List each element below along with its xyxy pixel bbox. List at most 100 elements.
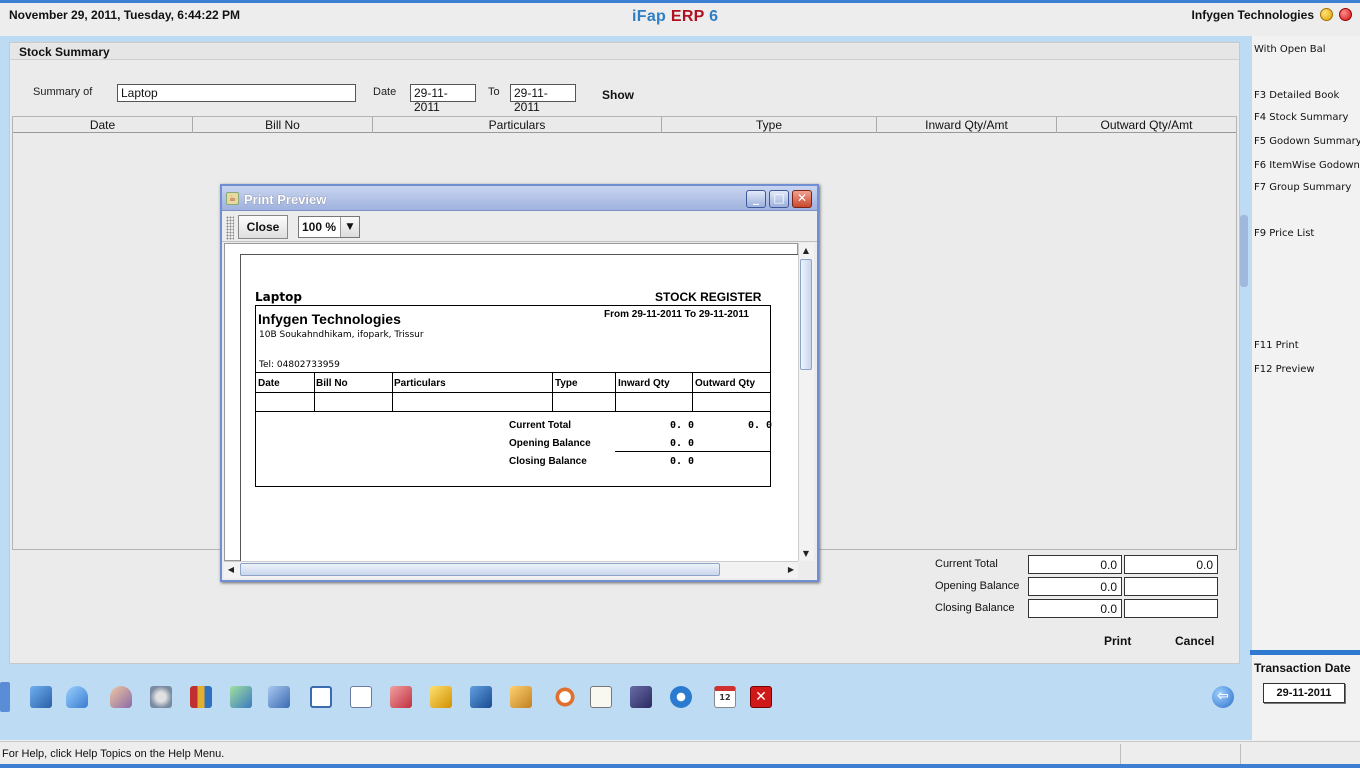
shortcut-print[interactable]: F11 Print <box>1254 340 1299 351</box>
dialog-minimize-button[interactable]: _ <box>746 190 766 208</box>
cart-icon[interactable] <box>230 686 252 708</box>
report-col-divider <box>314 372 315 412</box>
user-icon[interactable] <box>66 686 88 708</box>
report-col-divider <box>392 372 393 412</box>
settings-icon[interactable] <box>150 686 172 708</box>
print-button[interactable]: Print <box>1104 634 1131 648</box>
gear-icon[interactable] <box>670 686 692 708</box>
close-app-button[interactable] <box>1339 8 1352 21</box>
date-to-input[interactable]: 29-11-2011 <box>510 84 576 114</box>
report-col-particulars: Particulars <box>394 378 446 389</box>
report-address: 10B Soukahndhikam, ifopark, Trissur <box>259 330 424 340</box>
report-rule <box>255 392 771 393</box>
to-label: To <box>488 86 500 98</box>
network-icon[interactable] <box>470 686 492 708</box>
calendar-icon[interactable]: 12 <box>714 686 736 708</box>
column-header-outward[interactable]: Outward Qty/Amt <box>1057 117 1236 133</box>
report-col-outward: Outward Qty <box>695 378 756 389</box>
exit-icon[interactable]: ✕ <box>750 686 772 708</box>
window-icon[interactable] <box>310 686 332 708</box>
report-col-type: Type <box>555 378 578 389</box>
toolbar-scroll-left[interactable] <box>0 682 10 712</box>
shortcut-price-list[interactable]: F9 Price List <box>1254 228 1314 239</box>
dialog-close-button[interactable]: ✕ <box>792 190 812 208</box>
shortcut-godown-summary[interactable]: F5 Godown Summary <box>1254 136 1360 147</box>
report-opening-balance-in: 0. 0 <box>670 438 695 449</box>
current-total-inward: 0.0 <box>1028 555 1122 574</box>
column-header-type[interactable]: Type <box>662 117 877 133</box>
scroll-left-icon[interactable]: ◀ <box>225 564 237 576</box>
status-separator <box>1240 744 1241 764</box>
date-label: Date <box>373 86 397 98</box>
java-cup-icon: ☕ <box>226 192 239 205</box>
column-header-inward[interactable]: Inward Qty/Amt <box>877 117 1057 133</box>
column-header-date[interactable]: Date <box>13 117 193 133</box>
current-total-label: Current Total <box>935 558 998 570</box>
panel-header <box>10 44 1239 60</box>
save-icon[interactable] <box>630 686 652 708</box>
report-rule <box>255 372 771 373</box>
horizontal-scroll-thumb[interactable] <box>240 563 720 576</box>
cancel-button[interactable]: Cancel <box>1175 634 1214 648</box>
transaction-date-label: Transaction Date <box>1254 661 1351 675</box>
closing-balance-inward: 0.0 <box>1028 599 1122 618</box>
dialog-title: Print Preview <box>244 192 327 207</box>
shortcut-itemwise-godown[interactable]: F6 ItemWise Godown <box>1254 160 1360 171</box>
chart-icon[interactable] <box>390 686 412 708</box>
current-total-outward: 0.0 <box>1124 555 1218 574</box>
company-icon[interactable] <box>30 686 52 708</box>
books-icon[interactable] <box>190 686 212 708</box>
app-name-ifap: iFap <box>632 8 667 25</box>
company-name: Infygen Technologies <box>1191 8 1314 22</box>
scroll-up-icon[interactable]: ▲ <box>800 245 812 257</box>
datetime-label: November 29, 2011, Tuesday, 6:44:22 PM <box>9 8 241 22</box>
transfer-icon[interactable] <box>268 686 290 708</box>
report-total-rule <box>615 451 770 452</box>
report-current-total-out: 0. 0 <box>748 420 773 431</box>
shortcut-with-open-bal[interactable]: With Open Bal <box>1254 44 1326 55</box>
chevron-down-icon[interactable]: ▼ <box>340 217 359 237</box>
calculator-icon[interactable] <box>590 686 612 708</box>
shortcut-preview[interactable]: F12 Preview <box>1254 364 1315 375</box>
scroll-down-icon[interactable]: ▼ <box>800 548 812 560</box>
shortcut-panel-divider <box>1250 650 1360 655</box>
app-name-version: 6 <box>709 8 719 25</box>
report-item-name: Laptop <box>255 290 302 304</box>
summary-of-input[interactable]: Laptop <box>117 84 356 102</box>
closing-balance-label: Closing Balance <box>935 602 1015 614</box>
report-closing-balance-label: Closing Balance <box>509 456 587 467</box>
status-separator <box>1120 744 1121 764</box>
report-current-total-label: Current Total <box>509 420 572 431</box>
report-col-divider <box>615 372 616 412</box>
report-tel: Tel: 04802733959 <box>259 360 340 370</box>
folder-tree-icon[interactable] <box>430 686 452 708</box>
status-help-text: For Help, click Help Topics on the Help … <box>2 748 225 760</box>
back-arrow-icon[interactable]: ⇦ <box>1212 686 1234 708</box>
contacts-icon[interactable] <box>110 686 132 708</box>
report-title: STOCK REGISTER <box>655 290 762 304</box>
column-header-bill-no[interactable]: Bill No <box>193 117 373 133</box>
clock-icon[interactable] <box>554 686 576 708</box>
vertical-scroll-thumb[interactable] <box>800 259 812 370</box>
shortcut-detailed-book[interactable]: F3 Detailed Book <box>1254 90 1339 101</box>
document-icon[interactable] <box>350 686 372 708</box>
summary-of-label: Summary of <box>33 86 93 98</box>
minimize-app-button[interactable] <box>1320 8 1333 21</box>
shortcut-group-summary[interactable]: F7 Group Summary <box>1254 182 1351 193</box>
dialog-maximize-button[interactable]: □ <box>769 190 789 208</box>
toolbar-grip[interactable] <box>226 216 234 240</box>
scroll-right-icon[interactable]: ▶ <box>785 564 797 576</box>
report-company: Infygen Technologies <box>258 311 401 327</box>
box-icon[interactable] <box>510 686 532 708</box>
column-header-particulars[interactable]: Particulars <box>373 117 662 133</box>
side-collapse-handle[interactable] <box>1240 215 1248 287</box>
report-col-divider <box>552 372 553 412</box>
closing-balance-outward <box>1124 599 1218 618</box>
bottom-border <box>0 764 1360 768</box>
report-col-date: Date <box>258 378 280 389</box>
shortcut-stock-summary[interactable]: F4 Stock Summary <box>1254 112 1348 123</box>
transaction-date-field[interactable]: 29-11-2011 <box>1263 683 1345 703</box>
date-from-input[interactable]: 29-11-2011 <box>410 84 476 114</box>
preview-close-button[interactable]: Close <box>238 215 288 239</box>
show-button[interactable]: Show <box>602 88 634 102</box>
